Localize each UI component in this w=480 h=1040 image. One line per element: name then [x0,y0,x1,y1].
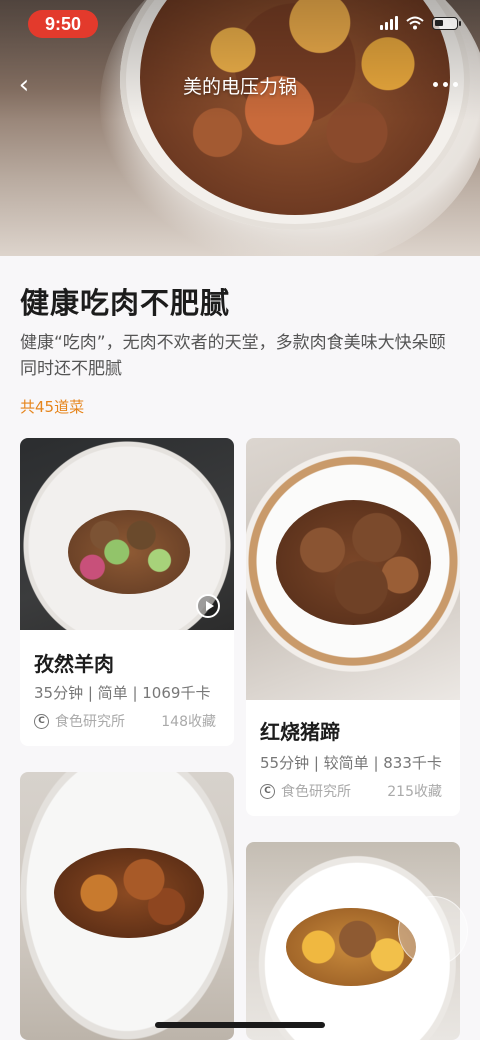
home-indicator [155,1022,325,1028]
author-name: 食色研究所 [281,784,351,800]
recipe-photo [20,438,234,630]
dish-count: 共45道菜 [20,398,85,416]
hero-image [0,0,480,256]
status-icons [380,16,461,30]
food-photo [54,848,204,938]
page-title: 健康吃肉不肥腻 [20,286,231,320]
recipe-saves: 215收藏 [387,784,442,800]
battery-icon [432,16,461,30]
recipe-meta: 55分钟 | 较简单 | 833千卡 [260,754,442,772]
floating-assist-button[interactable] [398,896,468,966]
more-button[interactable] [433,82,458,87]
food-photo [276,500,431,625]
recipe-author[interactable]: C 食色研究所 [34,711,125,731]
page-description: 健康“吃肉”，无肉不欢者的天堂，多款肉食美味大快朵颐同时还不肥腻 [20,333,446,379]
recipe-meta: 35分钟 | 简单 | 1069千卡 [34,684,211,702]
recipe-photo [246,438,460,700]
recipe-card-1[interactable]: 孜然羊肉 35分钟 | 简单 | 1069千卡 C 食色研究所 148收藏 [20,438,234,746]
food-photo [68,510,190,594]
signal-icon [380,16,398,30]
recipe-author[interactable]: C 食色研究所 [260,781,351,801]
recipe-card-2[interactable]: 红烧猪蹄 55分钟 | 较简单 | 833千卡 C 食色研究所 215收藏 [246,438,460,816]
author-logo-icon: C [34,713,49,729]
play-icon[interactable] [196,594,220,618]
author-name: 食色研究所 [55,714,125,730]
food-photo [286,908,416,986]
author-logo-icon: C [260,783,275,799]
wifi-icon [406,16,424,30]
recipe-name: 红烧猪蹄 [260,720,340,744]
status-time: 9:50 [28,10,98,38]
nav-title: 美的电压力锅 [182,76,297,98]
chevron-left-icon: ‹ [18,70,30,100]
recipe-name: 孜然羊肉 [34,652,114,676]
more-icon [433,82,438,87]
recipe-photo [20,772,234,1040]
back-button[interactable]: ‹ [10,70,38,100]
recipe-saves: 148收藏 [161,714,216,730]
recipe-card-3[interactable] [20,772,234,1040]
